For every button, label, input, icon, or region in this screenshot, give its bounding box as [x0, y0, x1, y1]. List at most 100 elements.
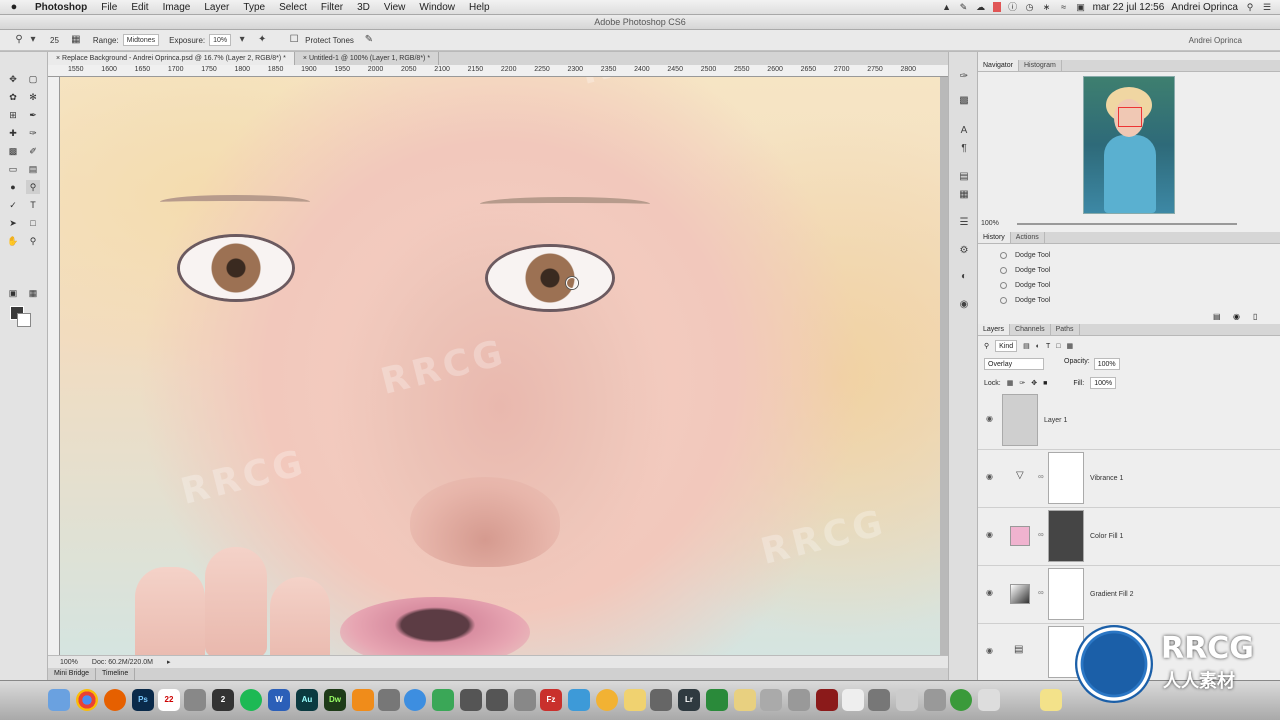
- app-icon[interactable]: [896, 689, 918, 711]
- pen-tool-icon[interactable]: ✓: [6, 198, 20, 212]
- layer-mask-thumbnail[interactable]: [1048, 510, 1084, 562]
- dropbox-icon[interactable]: ▲: [942, 2, 952, 12]
- bluetooth-icon[interactable]: ∗: [1042, 2, 1052, 12]
- workspace-user[interactable]: Andrei Oprinca: [1189, 36, 1242, 45]
- layer-name[interactable]: Gradient Fill 2: [1090, 591, 1134, 598]
- layer-name[interactable]: Vibrance 1: [1090, 475, 1123, 482]
- tab-navigator[interactable]: Navigator: [978, 60, 1019, 71]
- history-brush-tool-icon[interactable]: ✐: [26, 144, 40, 158]
- zoom-tool-icon[interactable]: ⚲: [26, 234, 40, 248]
- photoshop-icon[interactable]: Ps: [132, 689, 154, 711]
- tab-actions[interactable]: Actions: [1011, 232, 1045, 243]
- menu-3d[interactable]: 3D: [350, 2, 377, 13]
- menu-app[interactable]: Photoshop: [28, 2, 94, 13]
- dodge-tool-icon[interactable]: ⚲: [26, 180, 40, 194]
- info-icon[interactable]: ⓘ: [1008, 2, 1018, 12]
- app-icon[interactable]: 2: [212, 689, 234, 711]
- document-canvas[interactable]: RRCG RRCG RRCG RRCG: [60, 77, 940, 655]
- document-icon[interactable]: [1040, 689, 1062, 711]
- type-tool-icon[interactable]: T: [26, 198, 40, 212]
- app-icon[interactable]: [924, 689, 946, 711]
- menu-select[interactable]: Select: [272, 2, 314, 13]
- paragraph-panel-icon[interactable]: ¶: [957, 142, 971, 156]
- smart-object-filter-icon[interactable]: ▦: [1067, 342, 1074, 350]
- audition-icon[interactable]: Au: [296, 689, 318, 711]
- evernote-icon[interactable]: ✎: [959, 2, 969, 12]
- spotify-icon[interactable]: [240, 689, 262, 711]
- display-icon[interactable]: ▣: [1076, 2, 1086, 12]
- lock-all-icon[interactable]: ■: [1043, 380, 1047, 387]
- visibility-eye-icon[interactable]: ◉: [986, 646, 993, 655]
- quick-mask-icon[interactable]: ▣: [6, 286, 20, 300]
- lock-position-icon[interactable]: ✥: [1031, 379, 1037, 387]
- crop-tool-icon[interactable]: ⊞: [6, 108, 20, 122]
- character-panel-icon[interactable]: A: [957, 124, 971, 138]
- tab-layers[interactable]: Layers: [978, 324, 1011, 335]
- navigator-thumbnail[interactable]: [1083, 76, 1175, 214]
- brush-panel-icon[interactable]: ✑: [957, 70, 971, 84]
- history-item[interactable]: Dodge Tool: [1000, 297, 1050, 304]
- layer-comps-icon[interactable]: ▦: [957, 188, 971, 202]
- link-icon[interactable]: ∞: [1038, 530, 1044, 539]
- app-icon[interactable]: [596, 689, 618, 711]
- cloud-icon[interactable]: ☁: [976, 2, 986, 12]
- lock-transparency-icon[interactable]: ▦: [1007, 379, 1014, 387]
- gradient-fill-swatch[interactable]: [1010, 584, 1030, 604]
- shape-tool-icon[interactable]: □: [26, 216, 40, 230]
- drive-icon[interactable]: [432, 689, 454, 711]
- zoom-level[interactable]: 100%: [60, 656, 78, 668]
- app-icon[interactable]: [486, 689, 508, 711]
- app-icon[interactable]: [760, 689, 782, 711]
- eraser-tool-icon[interactable]: ▭: [6, 162, 20, 176]
- finder-icon[interactable]: [48, 689, 70, 711]
- tab-channels[interactable]: Channels: [1010, 324, 1051, 335]
- layer-mask-thumbnail[interactable]: [1048, 452, 1084, 504]
- filezilla-icon[interactable]: Fz: [540, 689, 562, 711]
- clone-stamp-tool-icon[interactable]: ▩: [6, 144, 20, 158]
- layer-row[interactable]: ◉ ∞ Gradient Fill 2: [978, 566, 1280, 624]
- tab-paths[interactable]: Paths: [1051, 324, 1080, 335]
- protect-tones-checkbox[interactable]: ☐: [287, 33, 301, 47]
- calendar-icon[interactable]: 22: [158, 689, 180, 711]
- tab-histogram[interactable]: Histogram: [1019, 60, 1062, 71]
- word-icon[interactable]: W: [268, 689, 290, 711]
- app-icon[interactable]: [514, 689, 536, 711]
- clock-text[interactable]: mar 22 jul 12:56: [1093, 2, 1165, 13]
- app-icon[interactable]: [816, 689, 838, 711]
- layer-row[interactable]: ◉ Layer 1: [978, 392, 1280, 450]
- eyedropper-tool-icon[interactable]: ✒: [26, 108, 40, 122]
- pixel-filter-icon[interactable]: ▤: [1023, 342, 1030, 350]
- app-icon[interactable]: [978, 689, 1000, 711]
- navigator-zoom-slider[interactable]: [1016, 222, 1237, 225]
- app-icon[interactable]: [950, 689, 972, 711]
- menu-window[interactable]: Window: [412, 2, 462, 13]
- color-fill-swatch[interactable]: [1010, 526, 1030, 546]
- brush-panel-icon[interactable]: ▦: [69, 33, 83, 47]
- airbrush-icon[interactable]: ✦: [255, 33, 269, 47]
- record-icon[interactable]: [992, 2, 1001, 12]
- lasso-tool-icon[interactable]: ✿: [6, 90, 20, 104]
- exposure-input[interactable]: 10%: [209, 34, 232, 46]
- time-machine-icon[interactable]: ◷: [1025, 2, 1035, 12]
- layer-name[interactable]: Color Fill 1: [1090, 533, 1123, 540]
- user-name[interactable]: Andrei Oprinca: [1171, 2, 1238, 13]
- layer-mask-thumbnail[interactable]: [1048, 568, 1084, 620]
- tab-replace-background[interactable]: × Replace Background - Andrei Oprinca.ps…: [48, 52, 295, 65]
- new-document-from-state-icon[interactable]: ▤: [1213, 312, 1221, 321]
- photos-icon[interactable]: [184, 689, 206, 711]
- tab-mini-bridge[interactable]: Mini Bridge: [48, 668, 97, 680]
- visibility-eye-icon[interactable]: ◉: [986, 530, 993, 539]
- brush-size-value[interactable]: 25: [50, 36, 59, 45]
- dodge-tool-preset-icon[interactable]: ⚲: [12, 33, 26, 47]
- apple-menu-icon[interactable]: ●: [0, 1, 28, 13]
- dreamweaver-icon[interactable]: Dw: [324, 689, 346, 711]
- wifi-icon[interactable]: ≈: [1059, 2, 1069, 12]
- app-icon[interactable]: [868, 689, 890, 711]
- gradient-tool-icon[interactable]: ▤: [26, 162, 40, 176]
- document-icon[interactable]: [842, 689, 864, 711]
- menu-type[interactable]: Type: [236, 2, 272, 13]
- layer-name[interactable]: Layer 1: [1044, 417, 1067, 424]
- app-icon[interactable]: [788, 689, 810, 711]
- type-filter-icon[interactable]: T: [1046, 343, 1050, 350]
- spotlight-icon[interactable]: ⚲: [1245, 2, 1255, 12]
